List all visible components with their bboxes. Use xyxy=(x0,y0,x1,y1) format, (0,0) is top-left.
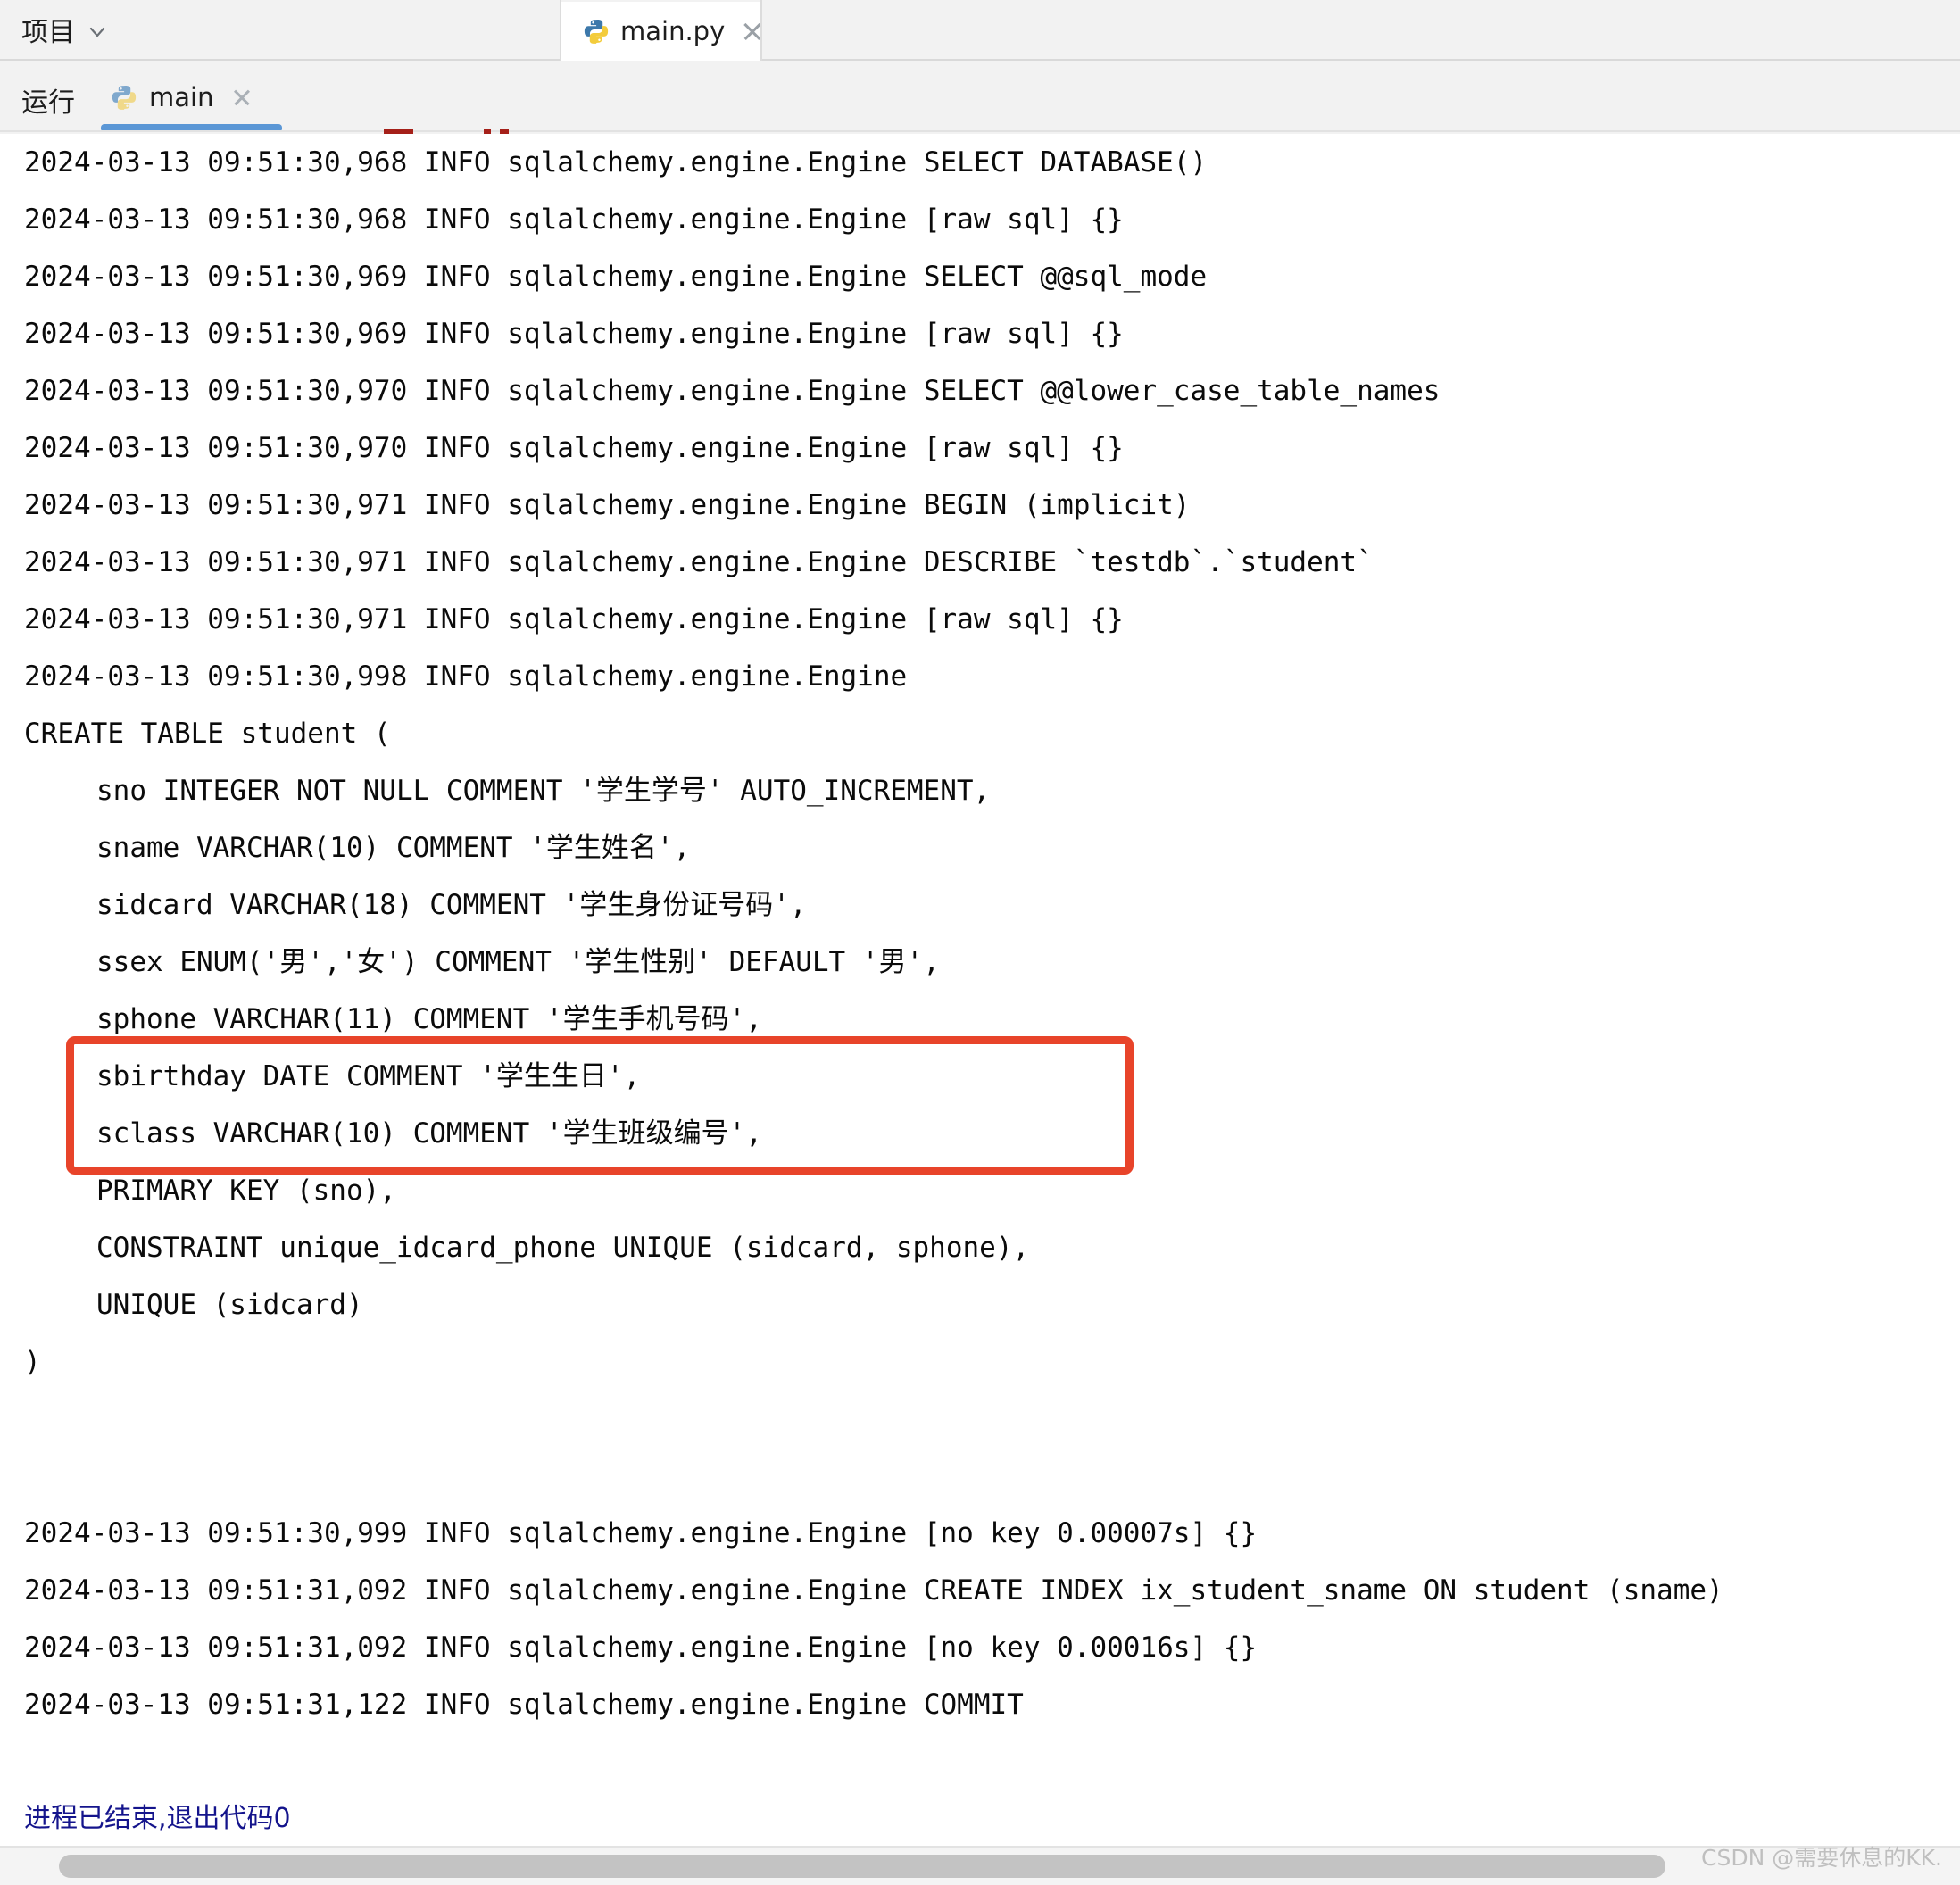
console-line: 2024-03-13 09:51:30,968 INFO sqlalchemy.… xyxy=(24,203,1124,236)
console-line: 2024-03-13 09:51:30,969 INFO sqlalchemy.… xyxy=(24,318,1124,350)
console-line: 2024-03-13 09:51:30,998 INFO sqlalchemy.… xyxy=(24,660,908,693)
console-line: ) xyxy=(24,1346,41,1378)
console-line: sname VARCHAR(10) COMMENT '学生姓名', xyxy=(96,832,691,864)
console-line: ssex ENUM('男','女') COMMENT '学生性别' DEFAUL… xyxy=(96,946,940,978)
run-tool-window-header: 运行 main xyxy=(0,61,1960,134)
console-line: 2024-03-13 09:51:30,971 INFO sqlalchemy.… xyxy=(24,603,1124,635)
console-output-panel[interactable]: 2024-03-13 09:51:30,968 INFO sqlalchemy.… xyxy=(0,134,1960,1846)
console-line: 2024-03-13 09:51:30,999 INFO sqlalchemy.… xyxy=(24,1517,1258,1549)
ide-window: 项目 main.py 运行 main 2024-03-13 09:51:30,9… xyxy=(0,0,1960,1885)
python-file-icon xyxy=(584,20,609,44)
console-line: sidcard VARCHAR(18) COMMENT '学生身份证号码', xyxy=(96,889,807,921)
console-line: 2024-03-13 09:51:30,968 INFO sqlalchemy.… xyxy=(24,146,1208,179)
run-tab-label: main xyxy=(149,82,214,112)
console-line: sbirthday DATE COMMENT '学生生日', xyxy=(96,1060,641,1092)
chevron-down-icon xyxy=(87,22,107,42)
console-line: 2024-03-13 09:51:30,970 INFO sqlalchemy.… xyxy=(24,375,1441,407)
console-line: 2024-03-13 09:51:31,092 INFO sqlalchemy.… xyxy=(24,1632,1258,1664)
editor-tab-filename: main.py xyxy=(620,16,726,46)
top-tab-bar: 项目 main.py xyxy=(0,0,1960,61)
console-line: CREATE TABLE student ( xyxy=(24,718,391,750)
run-tab-main[interactable]: main xyxy=(111,75,253,120)
console-line: sphone VARCHAR(11) COMMENT '学生手机号码', xyxy=(96,1003,762,1035)
console-line-list: 2024-03-13 09:51:30,968 INFO sqlalchemy.… xyxy=(0,134,1960,1846)
console-line: 2024-03-13 09:51:31,122 INFO sqlalchemy.… xyxy=(24,1689,1024,1721)
console-line: sclass VARCHAR(10) COMMENT '学生班级编号', xyxy=(96,1117,762,1150)
horizontal-scrollbar-thumb[interactable] xyxy=(59,1855,1665,1878)
console-line: 2024-03-13 09:51:30,970 INFO sqlalchemy.… xyxy=(24,432,1124,464)
console-line: 2024-03-13 09:51:30,969 INFO sqlalchemy.… xyxy=(24,261,1208,293)
python-file-icon xyxy=(112,86,137,110)
project-dropdown-button[interactable]: 项目 xyxy=(21,0,107,59)
console-line: PRIMARY KEY (sno), xyxy=(96,1175,396,1207)
console-line: 2024-03-13 09:51:30,971 INFO sqlalchemy.… xyxy=(24,546,1374,578)
close-icon[interactable] xyxy=(741,20,760,43)
console-line: sno INTEGER NOT NULL COMMENT '学生学号' AUTO… xyxy=(96,775,991,807)
editor-tab-main-py[interactable]: main.py xyxy=(561,2,760,61)
project-label: 项目 xyxy=(21,17,75,48)
tabbar-divider-right xyxy=(760,0,762,61)
process-exit-message: 进程已结束,退出代码0 xyxy=(24,1803,291,1834)
console-line: 2024-03-13 09:51:30,971 INFO sqlalchemy.… xyxy=(24,489,1191,521)
close-icon[interactable] xyxy=(231,87,253,108)
console-line: UNIQUE (sidcard) xyxy=(96,1289,363,1321)
watermark-text: CSDN @需要休息的KK. xyxy=(1701,1845,1942,1871)
run-panel-title[interactable]: 运行 xyxy=(21,80,75,120)
run-header-divider xyxy=(0,130,1960,132)
console-line: 2024-03-13 09:51:31,092 INFO sqlalchemy.… xyxy=(24,1574,1723,1607)
console-line: CONSTRAINT unique_idcard_phone UNIQUE (s… xyxy=(96,1232,1030,1264)
